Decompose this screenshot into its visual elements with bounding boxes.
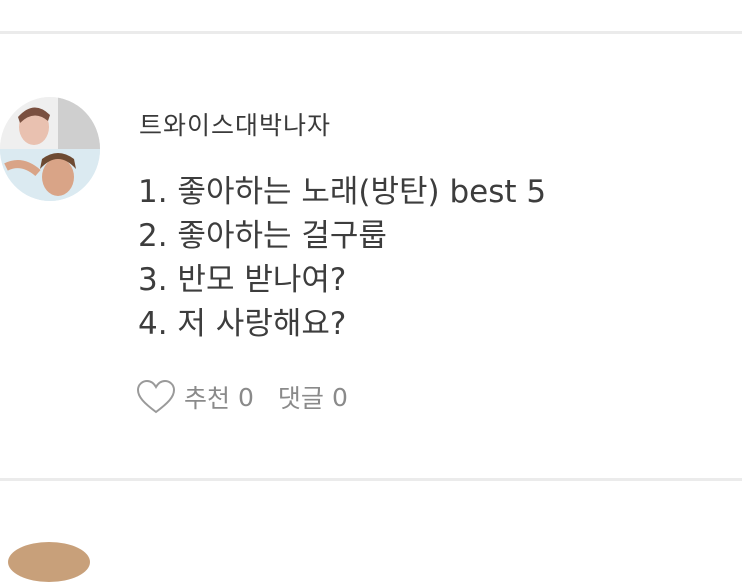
avatar-image <box>0 97 100 201</box>
heart-outline-icon <box>136 379 176 414</box>
comment-button[interactable]: 댓글 0 <box>278 379 348 415</box>
post-content: 1. 좋아하는 노래(방탄) best 5 2. 좋아하는 걸구룹 3. 반모 … <box>138 170 546 346</box>
content-line: 4. 저 사랑해요? <box>138 306 347 342</box>
author-name[interactable]: 트와이스대박나자 <box>139 106 331 142</box>
post-card[interactable]: 트와이스대박나자 1. 좋아하는 노래(방탄) best 5 2. 좋아하는 걸… <box>0 34 742 478</box>
content-line: 3. 반모 받나여? <box>138 262 347 298</box>
content-line: 1. 좋아하는 노래(방탄) best 5 <box>138 174 547 210</box>
recommend-button[interactable]: 추천 0 <box>136 379 254 415</box>
comment-label: 댓글 <box>277 384 324 413</box>
content-line: 2. 좋아하는 걸구룹 <box>138 218 387 254</box>
next-post-avatar[interactable] <box>8 542 90 582</box>
comment-count: 0 <box>331 382 348 412</box>
post-actions: 추천 0 댓글 0 <box>136 377 348 417</box>
recommend-count: 0 <box>238 382 254 412</box>
bottom-divider <box>0 478 742 481</box>
author-avatar[interactable] <box>0 97 100 201</box>
recommend-label: 추천 <box>184 384 231 413</box>
